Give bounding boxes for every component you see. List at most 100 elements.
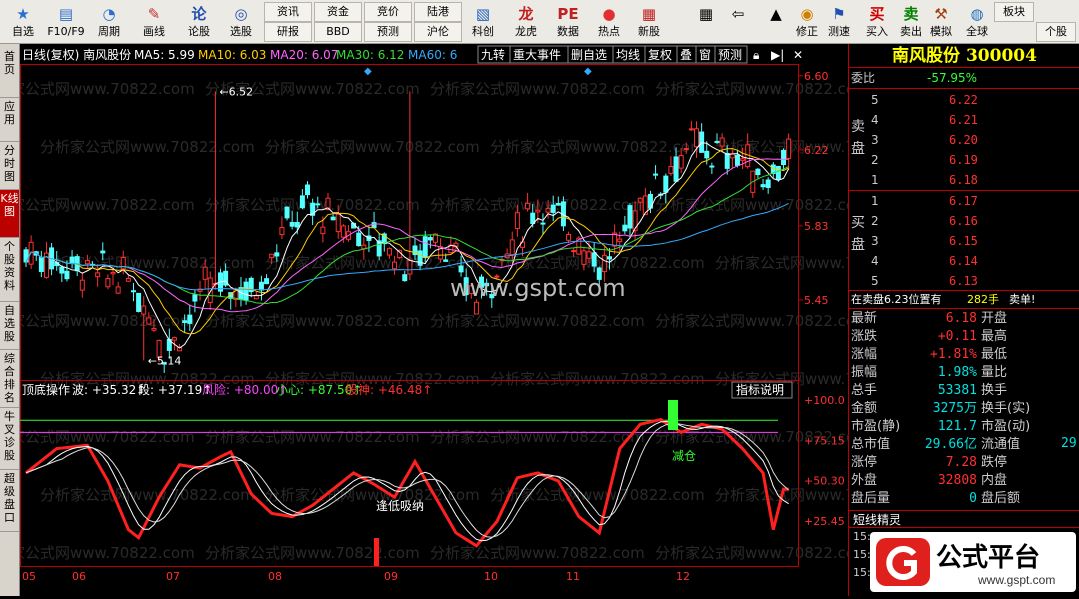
- left-nav-item-5[interactable]: 自选股: [0, 302, 19, 350]
- stat-right-label: 量比: [981, 365, 1008, 380]
- left-nav-item-3[interactable]: K线图: [0, 190, 19, 238]
- chart-tab-7[interactable]: 预测: [718, 48, 742, 62]
- toolbar-hot-button[interactable]: ● 热点: [590, 2, 628, 42]
- divider: [849, 88, 1079, 89]
- toolbar-button-label: 模拟: [930, 25, 952, 38]
- ask-row[interactable]: 4 6.21: [849, 111, 1079, 129]
- left-nav-item-7[interactable]: 牛叉诊股: [0, 408, 19, 470]
- ask-row[interactable]: 2 6.19: [849, 151, 1079, 169]
- bg-watermark: 分析家公式网www.70822.com: [490, 486, 705, 504]
- chart-tab-0[interactable]: 九转: [481, 47, 505, 62]
- event-diamond-icon[interactable]: ◆: [584, 66, 592, 77]
- toolbar-pe-button[interactable]: PE 数据: [549, 2, 587, 42]
- line-ma60: [25, 202, 789, 291]
- kline-chart[interactable]: 分析家公式网www.70822.com 分析家公式网www.70822.com 分析…: [0, 44, 930, 596]
- ask-row[interactable]: 1 6.18: [849, 171, 1079, 189]
- toolbar-tab-5[interactable]: BBD: [314, 22, 362, 42]
- bid-row[interactable]: 4 6.14: [849, 252, 1079, 270]
- color-grid-button[interactable]: ▦: [690, 2, 722, 42]
- ask-price: 6.21: [949, 113, 978, 127]
- candle-body: [678, 154, 684, 169]
- toolbar-button-label: 选股: [230, 25, 252, 38]
- candle-body: [182, 320, 188, 323]
- left-nav-item-1[interactable]: 应用: [0, 98, 19, 142]
- toolbar-tab-9[interactable]: 个股: [1036, 22, 1076, 42]
- chart-tab-5[interactable]: 叠: [680, 48, 692, 62]
- event-diamond-icon[interactable]: ◆: [364, 66, 372, 77]
- toolbar-hammer-button[interactable]: ⚒ 模拟: [922, 2, 960, 42]
- short-elf-title[interactable]: 短线精灵: [849, 510, 1079, 528]
- toolbar-tab-8[interactable]: 板块: [994, 2, 1034, 22]
- toolbar-bbs-button[interactable]: 论论股: [180, 2, 218, 42]
- candle-body: [591, 252, 597, 267]
- toolbar-button-label: F10/F9: [47, 25, 85, 38]
- chart-tab-3[interactable]: 均线: [616, 48, 640, 62]
- toolbar-pencil-button[interactable]: ✎ 画线: [135, 2, 173, 42]
- toolbar-globe-button[interactable]: ◍ 全球: [958, 2, 996, 42]
- toolbar-buy-button[interactable]: 买买入: [858, 2, 896, 42]
- left-nav-item-2[interactable]: 分时图: [0, 142, 19, 190]
- up-arrow-icon: ▲: [770, 5, 782, 23]
- chart-tab-4[interactable]: 复权: [648, 48, 672, 62]
- candle-body: [192, 294, 198, 302]
- pe-icon: PE: [557, 5, 579, 23]
- back-arrow-button[interactable]: ⇦: [722, 2, 754, 42]
- ask-row[interactable]: 3 6.20: [849, 131, 1079, 149]
- bid-row[interactable]: 1 6.17: [849, 192, 1079, 210]
- lock-icon[interactable]: 🔒︎: [753, 48, 759, 62]
- toolbar-tab-1[interactable]: 资金: [314, 2, 362, 22]
- site-watermark: www.gspt.com: [450, 274, 626, 302]
- ask-row[interactable]: 5 6.22: [849, 91, 1079, 109]
- indicator-tick: +75.15: [804, 434, 845, 447]
- toolbar-kechuang-button[interactable]: ▧ 科创: [464, 2, 502, 42]
- chart-canvas[interactable]: 分析家公式网www.70822.com 分析家公式网www.70822.com 分析…: [0, 44, 930, 596]
- left-nav-item-0[interactable]: 首页: [0, 48, 19, 98]
- up-arrow-button[interactable]: ▲: [760, 2, 792, 42]
- toolbar-tab-4[interactable]: 研报: [264, 22, 312, 42]
- bid-row[interactable]: 3 6.15: [849, 232, 1079, 250]
- toolbar-chart-search-button[interactable]: ◎ 选股: [222, 2, 260, 42]
- ask-price: 6.18: [949, 173, 978, 187]
- bg-watermark: 分析家公式网www.70822.com: [20, 80, 195, 98]
- toolbar-star-button[interactable]: ★ 自选: [4, 2, 42, 42]
- toolbar-tab-7[interactable]: 沪伦: [414, 22, 462, 42]
- bid-row[interactable]: 5 6.13: [849, 272, 1079, 290]
- left-nav-item-6[interactable]: 综合排名: [0, 350, 19, 408]
- month-label: 08: [268, 570, 282, 583]
- toolbar-new-stock-button[interactable]: ▦ 新股: [630, 2, 668, 42]
- bid-level: 2: [871, 214, 879, 228]
- clock-icon: ◔: [102, 5, 116, 23]
- candle-body: [105, 278, 111, 288]
- stat-label: 振幅: [851, 365, 878, 380]
- toolbar-clock-button[interactable]: ◔ 周期: [90, 2, 128, 42]
- left-nav-item-4[interactable]: 个股资料: [0, 238, 19, 302]
- toolbar-tab-3[interactable]: 陆港: [414, 2, 462, 22]
- play-icon[interactable]: ▶|: [771, 48, 784, 62]
- stat-value: 7.28: [945, 455, 977, 470]
- toolbar-tab-2[interactable]: 竞价: [364, 2, 412, 22]
- chart-tab-2[interactable]: 删自选: [571, 48, 607, 62]
- candle-body: [514, 212, 520, 230]
- bid-level: 5: [871, 274, 879, 288]
- bg-watermark: 分析家公式网www.70822.com: [205, 312, 420, 330]
- high-label: ←6.52: [219, 85, 253, 98]
- star-icon: ★: [16, 5, 30, 23]
- order-msg-suffix: 卖单!: [1009, 293, 1036, 306]
- left-nav-item-8[interactable]: 超级盘口: [0, 470, 19, 532]
- bid-row[interactable]: 2 6.16: [849, 212, 1079, 230]
- toolbar-document-button[interactable]: ▤ F10/F9: [44, 2, 88, 42]
- bg-watermark: 分析家公式网www.70822.com: [715, 254, 848, 272]
- candle-body: [719, 137, 725, 147]
- chart-tab-6[interactable]: 窗: [699, 48, 711, 62]
- close-icon[interactable]: ✕: [793, 48, 803, 62]
- toolbar-tab-6[interactable]: 预测: [364, 22, 412, 42]
- toolbar-speed-button[interactable]: ⚑ 测速: [820, 2, 858, 42]
- stat-label: 总市值: [851, 437, 891, 452]
- stat-label: 金额: [851, 401, 878, 416]
- toolbar-tab-0[interactable]: 资讯: [264, 2, 312, 22]
- candle-body: [84, 260, 90, 265]
- chart-tab-1[interactable]: 重大事件: [513, 48, 561, 62]
- indicator-help-label[interactable]: 指标说明: [736, 382, 784, 397]
- toolbar-dragon-button[interactable]: 龙龙虎: [507, 2, 545, 42]
- month-label: 09: [384, 570, 398, 583]
